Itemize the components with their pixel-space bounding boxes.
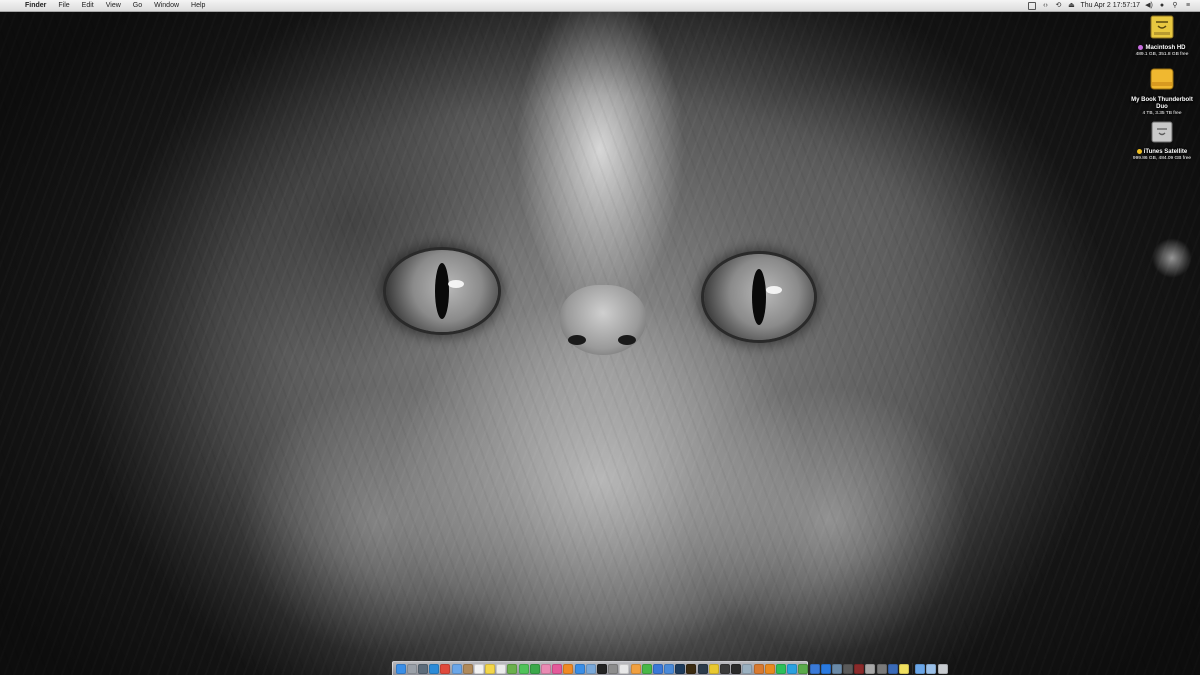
stickies-icon[interactable] [899,663,910,674]
internal-drive-icon [1150,15,1174,39]
ibooks-icon[interactable] [563,663,574,674]
drive-name: iTunes Satellite [1143,149,1188,156]
evernote-icon[interactable] [798,663,809,674]
quicktime-icon[interactable] [831,663,842,674]
notification-center-icon[interactable]: ≡ [1184,2,1192,10]
spotlight-icon[interactable]: ⚲ [1171,2,1179,10]
notes-icon[interactable] [485,663,496,674]
network-drive-icon [1151,121,1173,143]
activity-monitor-icon[interactable] [720,663,731,674]
launchpad-icon[interactable] [406,663,417,674]
menu-go[interactable]: Go [127,0,148,11]
keynote-icon[interactable] [652,663,663,674]
preview-icon[interactable] [585,663,596,674]
user-icon[interactable]: ● [1158,2,1166,10]
spotify-icon[interactable] [775,663,786,674]
downloads-stack-icon[interactable] [915,663,926,674]
dropbox-app-icon[interactable] [820,663,831,674]
status-area: ‹› ⟲ ⏏ Thu Apr 2 17:57:17 ◀) ● ⚲ ≡ [1028,1,1200,10]
finder-icon[interactable] [395,663,406,674]
wallpaper-cat-nose [560,285,646,355]
volume-icon[interactable]: ◀) [1145,2,1153,10]
menu-help[interactable]: Help [185,0,211,11]
desktop-icon-macintosh-hd[interactable]: Macintosh HD 489.1 GB, 351.8 GB free [1128,14,1196,58]
contacts-icon[interactable] [462,663,473,674]
menu-app-name[interactable]: Finder [25,0,52,11]
menu-window[interactable]: Window [148,0,185,11]
external-drive-icon [1150,68,1174,90]
automator-icon[interactable] [876,663,887,674]
calculator-icon[interactable] [843,663,854,674]
transmit-icon[interactable] [753,663,764,674]
trash-icon[interactable] [937,663,948,674]
reminders-icon[interactable] [496,663,507,674]
photoshop-icon[interactable] [675,663,686,674]
chrome-icon[interactable] [440,663,451,674]
tag-dot [1138,45,1144,50]
textedit-icon[interactable] [619,663,630,674]
mail-icon[interactable] [451,663,462,674]
dropbox-icon[interactable] [1028,1,1037,10]
menu-bar: Finder File Edit View Go Window Help ‹› … [0,0,1200,12]
code-brackets-icon[interactable]: ‹› [1041,2,1049,10]
desktop-icon-itunes-satellite[interactable]: iTunes Satellite 999.86 GB, 484.09 GB fr… [1128,120,1196,162]
menu-view[interactable]: View [100,0,127,11]
wallpaper-cat-right-eye [704,254,814,340]
documents-stack-icon[interactable] [926,663,937,674]
facetime-icon[interactable] [529,663,540,674]
menu-clock[interactable]: Thu Apr 2 17:57:17 [1080,2,1140,9]
drive-info: 489.1 GB, 351.8 GB free [1135,52,1189,58]
messages-icon[interactable] [518,663,529,674]
photos-icon[interactable] [541,663,552,674]
time-machine-icon[interactable]: ⟲ [1054,2,1062,10]
menu-file[interactable]: File [52,0,75,11]
tag-dot [1136,149,1142,154]
calendar-icon[interactable] [473,663,484,674]
vlc-icon[interactable] [764,663,775,674]
radiation-icon[interactable] [708,663,719,674]
lightroom-icon[interactable] [697,663,708,674]
mission-control-icon[interactable] [417,663,428,674]
system-preferences-icon[interactable] [608,663,619,674]
menu-edit[interactable]: Edit [76,0,100,11]
console-icon[interactable] [731,663,742,674]
dictionary-icon[interactable] [854,663,865,674]
drive-info: 999.86 GB, 484.09 GB free [1132,156,1192,162]
eject-icon[interactable]: ⏏ [1067,2,1075,10]
drive-name: Macintosh HD [1145,45,1186,52]
safari-icon[interactable] [429,663,440,674]
disk-utility-icon[interactable] [742,663,753,674]
1password-icon[interactable] [809,663,820,674]
numbers-icon[interactable] [641,663,652,674]
maps-icon[interactable] [507,663,518,674]
drive-name: My Book Thunderbolt Duo [1131,97,1193,110]
desktop-icon-my-book[interactable]: My Book Thunderbolt Duo 4 TB, 3.35 TB fr… [1128,66,1196,117]
wallpaper-light-spot [1152,238,1192,278]
wallpaper-cat-left-eye [386,250,498,332]
dock-separator [911,663,913,674]
terminal-icon[interactable] [596,663,607,674]
skype-icon[interactable] [787,663,798,674]
itunes-icon[interactable] [552,663,563,674]
illustrator-icon[interactable] [686,663,697,674]
xcode-icon[interactable] [664,663,675,674]
dock [392,661,948,675]
app-store-icon[interactable] [574,663,585,674]
drive-info: 4 TB, 3.35 TB free [1142,111,1182,116]
pages-icon[interactable] [630,663,641,674]
font-book-icon[interactable] [865,663,876,674]
grapher-icon[interactable] [887,663,898,674]
